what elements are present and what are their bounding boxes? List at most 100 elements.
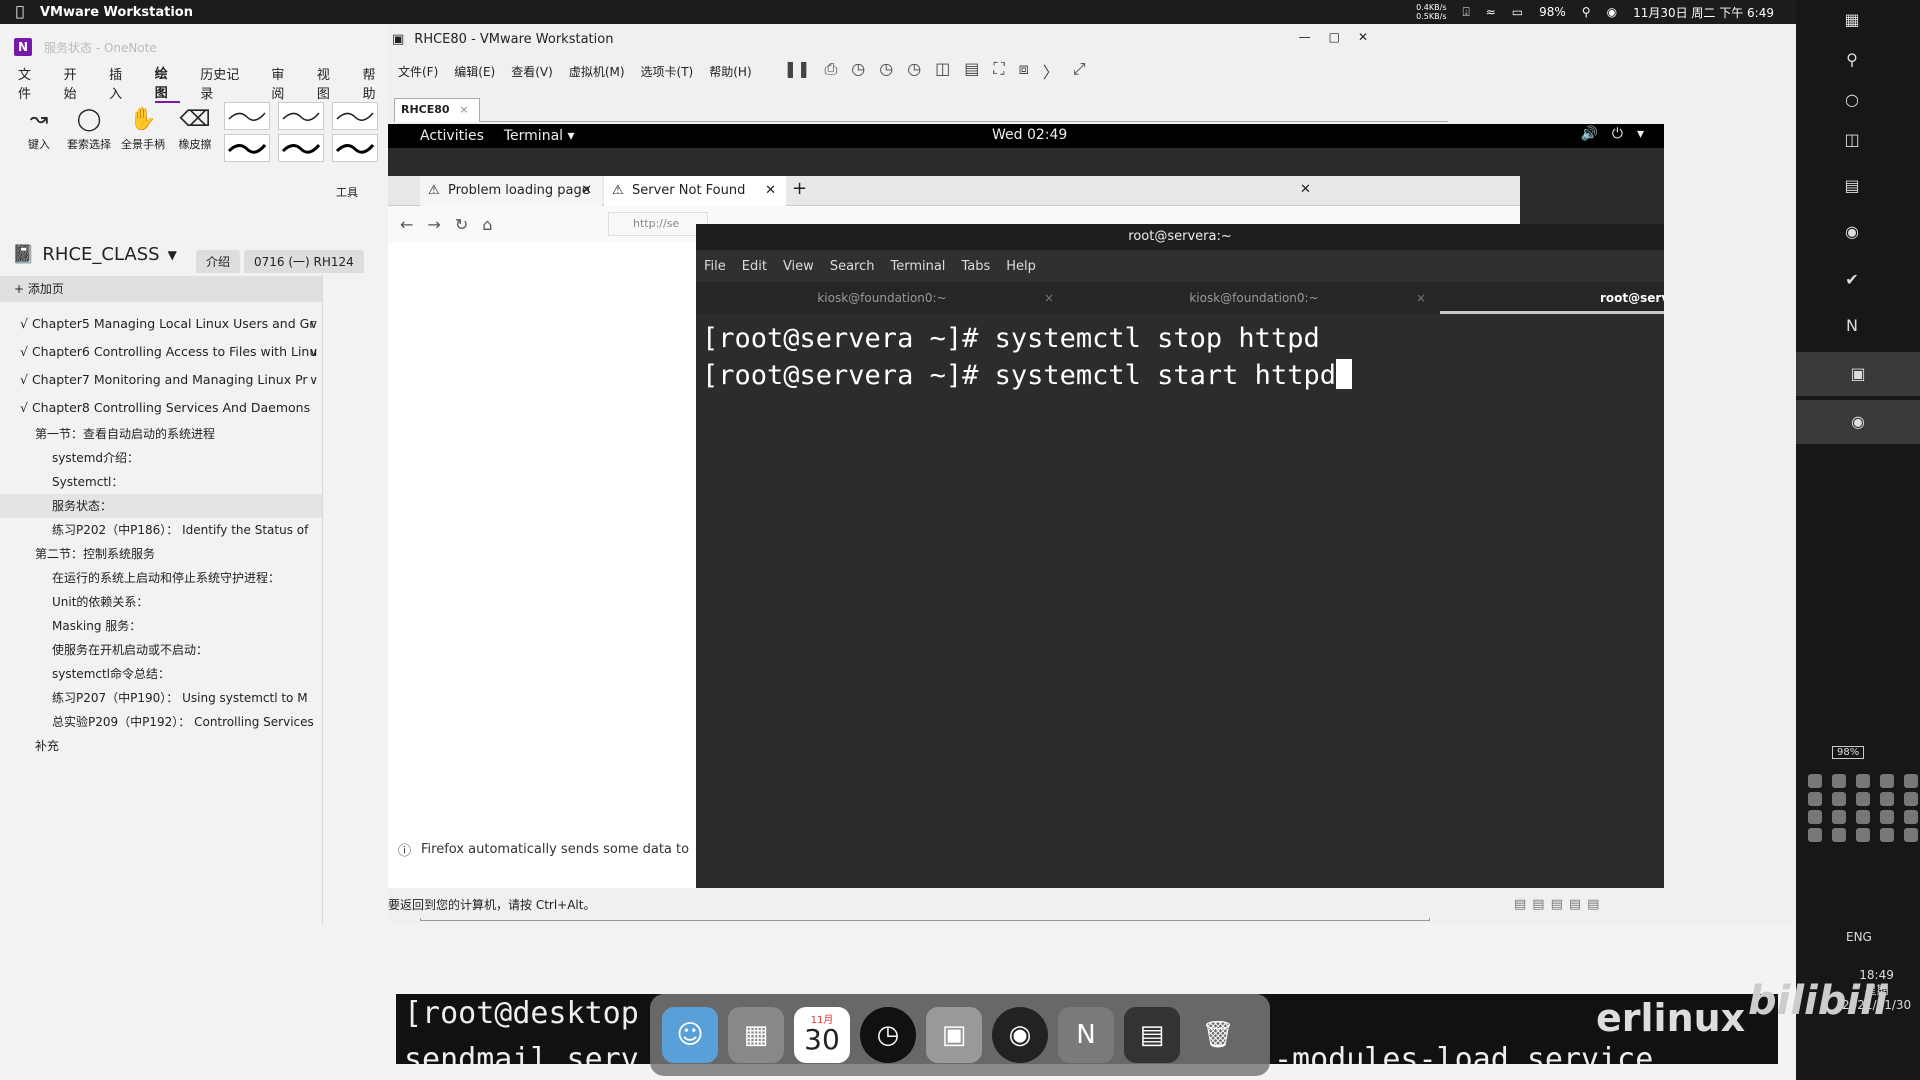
calendar-icon[interactable]: 11月 30 bbox=[794, 1007, 850, 1063]
page-item[interactable]: 补充 bbox=[0, 734, 322, 758]
menubar-datetime[interactable]: 11月30日 周二 下午 6:49 bbox=[1633, 4, 1774, 21]
obs-taskbar-icon[interactable]: ◉ bbox=[1796, 400, 1920, 444]
pause-icon[interactable]: ❚❚ bbox=[784, 59, 811, 83]
clock-icon[interactable]: ◷ bbox=[860, 1007, 916, 1063]
power-icon[interactable]: ⏻ bbox=[1612, 126, 1623, 142]
unity-icon[interactable]: ⧈ bbox=[1019, 59, 1029, 83]
snapshot-manager-icon[interactable]: ◷ bbox=[907, 59, 921, 83]
tray-icon[interactable] bbox=[1808, 774, 1822, 788]
section-tab[interactable]: 0716 (一) RH124 bbox=[244, 250, 364, 273]
vmware-taskbar-icon[interactable]: ▣ bbox=[1796, 352, 1920, 396]
minimize-button[interactable]: — bbox=[1299, 30, 1311, 44]
page-item[interactable]: √ Chapter7 Monitoring and Managing Linux… bbox=[0, 366, 322, 394]
terminal-app-menu[interactable]: Terminal ▾ bbox=[504, 128, 575, 144]
bluetooth-icon[interactable]: ⍗ bbox=[1463, 5, 1470, 20]
page-item[interactable]: √ Chapter6 Controlling Access to Files w… bbox=[0, 338, 322, 366]
folder-icon[interactable]: ▤ bbox=[1838, 172, 1866, 200]
cortana-icon[interactable]: ○ bbox=[1838, 86, 1866, 114]
lasso-tool[interactable]: ◯ 套索选择 bbox=[64, 104, 114, 152]
activities-button[interactable]: Activities bbox=[420, 128, 484, 144]
tray-icon[interactable] bbox=[1808, 828, 1822, 842]
term-menu-view[interactable]: View bbox=[783, 259, 814, 274]
onenote-taskbar-icon[interactable]: N bbox=[1838, 312, 1866, 340]
vmware-dock-icon[interactable]: ▣ bbox=[926, 1007, 982, 1063]
active-app-name[interactable]: VMware Workstation bbox=[40, 5, 193, 20]
page-item[interactable]: 第二节：控制系统服务 bbox=[0, 542, 322, 566]
vm-menu-vm[interactable]: 虚拟机(M) bbox=[569, 63, 625, 80]
battery-percent[interactable]: 98% bbox=[1539, 5, 1566, 19]
tray-icon[interactable] bbox=[1880, 792, 1894, 806]
home-icon[interactable]: ⌂ bbox=[482, 215, 492, 234]
pen-swatch[interactable] bbox=[332, 134, 378, 162]
guest-screen[interactable]: Activities Terminal ▾ Wed 02:49 🔊 ⏻ ▾ ⚠ … bbox=[388, 124, 1664, 888]
windows-icon[interactable]: ▦ bbox=[1838, 6, 1866, 34]
close-icon[interactable]: ✕ bbox=[765, 176, 776, 206]
reload-icon[interactable]: ↻ bbox=[455, 215, 468, 234]
vm-menu-file[interactable]: 文件(F) bbox=[398, 63, 438, 80]
close-button[interactable]: ✕ bbox=[1358, 30, 1368, 44]
page-item[interactable]: 服务状态： bbox=[0, 494, 322, 518]
terminal-tab[interactable]: kiosk@foundation0:~ × bbox=[696, 282, 1068, 314]
firefox-tab[interactable]: ⚠ Problem loading page ✕ bbox=[420, 176, 602, 206]
maximize-button[interactable]: □ bbox=[1329, 30, 1340, 44]
snapshot-icon[interactable]: ◷ bbox=[851, 59, 865, 83]
device-icons[interactable]: ▤▤▤▤▤ bbox=[1514, 890, 1605, 920]
library-icon[interactable]: ◫ bbox=[935, 59, 950, 83]
page-item[interactable]: 练习P202（中P186）： Identify the Status of bbox=[0, 518, 322, 542]
tray-icon[interactable] bbox=[1856, 792, 1870, 806]
tray-icon[interactable] bbox=[1880, 774, 1894, 788]
firefox-tab[interactable]: ⚠ Server Not Found ✕ bbox=[604, 176, 786, 206]
new-tab-button[interactable]: + bbox=[792, 178, 807, 199]
term-menu-terminal[interactable]: Terminal bbox=[890, 259, 945, 274]
onenote-dock-icon[interactable]: N bbox=[1058, 1007, 1114, 1063]
page-item[interactable]: Unit的依赖关系： bbox=[0, 590, 322, 614]
volume-icon[interactable]: 🔊 bbox=[1580, 126, 1597, 142]
url-bar[interactable]: http://se bbox=[608, 212, 708, 236]
tray-icon[interactable] bbox=[1832, 792, 1846, 806]
thumbnail-icon[interactable]: ▤ bbox=[964, 59, 979, 83]
page-item[interactable]: √ Chapter5 Managing Local Linux Users an… bbox=[0, 310, 322, 338]
close-icon[interactable]: ✕ bbox=[581, 176, 592, 206]
tray-icon[interactable] bbox=[1856, 774, 1870, 788]
pane-divider[interactable] bbox=[322, 274, 323, 924]
back-icon[interactable]: ← bbox=[400, 215, 413, 234]
revert-snapshot-icon[interactable]: ◷ bbox=[879, 59, 893, 83]
pen-swatch[interactable] bbox=[278, 102, 324, 130]
send-ctrl-alt-del-icon[interactable]: ⎙ bbox=[824, 59, 837, 83]
pen-swatch[interactable] bbox=[332, 102, 378, 130]
input-language[interactable]: ENG bbox=[1846, 930, 1872, 944]
terminal-tab[interactable]: kiosk@foundation0:~ × bbox=[1068, 282, 1440, 314]
tray-icon[interactable] bbox=[1904, 792, 1918, 806]
tray-icon[interactable] bbox=[1808, 810, 1822, 824]
apple-icon[interactable]:  bbox=[0, 4, 40, 20]
close-icon[interactable]: × bbox=[1416, 282, 1426, 314]
page-item[interactable]: 使服务在开机启动或不启动： bbox=[0, 638, 322, 662]
tray-icon[interactable] bbox=[1904, 810, 1918, 824]
tray-icon[interactable] bbox=[1880, 810, 1894, 824]
add-page-button[interactable]: + 添加页 bbox=[0, 276, 322, 302]
tray-icon[interactable] bbox=[1832, 810, 1846, 824]
eraser-tool[interactable]: ⌫ 橡皮擦 bbox=[170, 104, 220, 152]
term-menu-edit[interactable]: Edit bbox=[742, 259, 767, 274]
term-menu-search[interactable]: Search bbox=[830, 259, 875, 274]
vm-menu-tabs[interactable]: 选项卡(T) bbox=[641, 63, 694, 80]
terminal-output[interactable]: [root@servera ~]# systemctl stop httpd [… bbox=[696, 314, 1664, 400]
search-icon[interactable]: ⚲ bbox=[1582, 5, 1591, 19]
notebook-selector[interactable]: 📓 RHCE_CLASS ▼ bbox=[12, 244, 177, 265]
monitor-dock-icon[interactable]: ▤ bbox=[1124, 1007, 1180, 1063]
fullscreen-icon[interactable]: ⛶ bbox=[993, 59, 1004, 83]
page-item[interactable]: √ Chapter8 Controlling Services And Daem… bbox=[0, 394, 322, 422]
wifi-icon[interactable]: ≈ bbox=[1486, 5, 1496, 19]
tray-icon[interactable] bbox=[1832, 774, 1846, 788]
chevron-down-icon[interactable]: ▾ bbox=[1637, 126, 1644, 142]
firefox-close-button[interactable]: ✕ bbox=[1300, 182, 1311, 197]
page-item[interactable]: Masking 服务： bbox=[0, 614, 322, 638]
finder-icon[interactable]: ☺ bbox=[662, 1007, 718, 1063]
pan-tool[interactable]: ✋ 全景手柄 bbox=[118, 104, 168, 152]
page-item[interactable]: systemd介绍： bbox=[0, 446, 322, 470]
chevron-down-icon[interactable]: ∨ bbox=[309, 338, 318, 366]
gnome-clock[interactable]: Wed 02:49 bbox=[992, 127, 1067, 143]
term-menu-help[interactable]: Help bbox=[1006, 259, 1036, 274]
close-icon[interactable]: × bbox=[459, 103, 468, 116]
page-item[interactable]: 第一节：查看自动启动的系统进程 bbox=[0, 422, 322, 446]
